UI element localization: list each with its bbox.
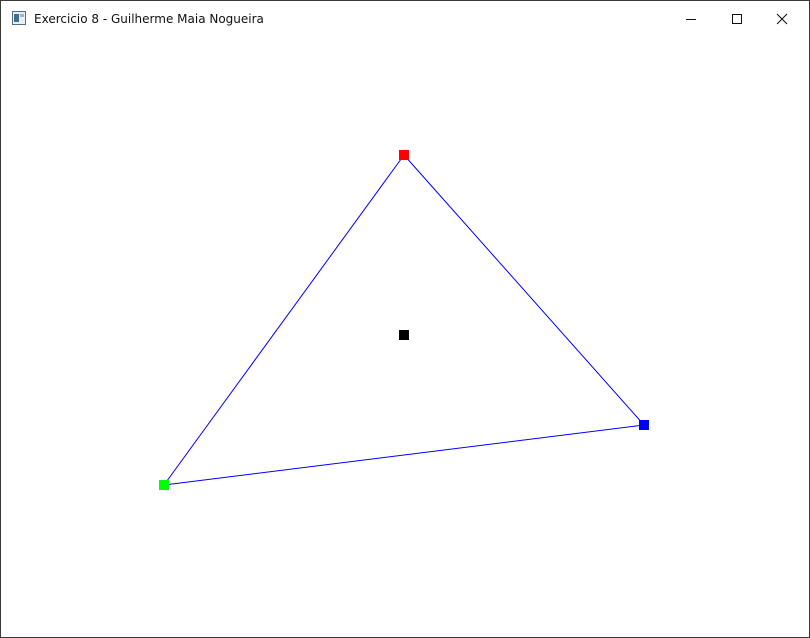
vertex-left[interactable] [159, 480, 169, 490]
vertex-top[interactable] [399, 150, 409, 160]
vertex-right[interactable] [639, 420, 649, 430]
maximize-button[interactable] [714, 1, 760, 37]
minimize-button[interactable] [668, 1, 714, 37]
triangle-scene [159, 150, 649, 490]
application-window: Exercicio 8 - Guilherme Maia Nogueira [0, 0, 810, 638]
minimize-icon [686, 19, 696, 20]
window-title: Exercicio 8 - Guilherme Maia Nogueira [34, 12, 264, 26]
title-bar[interactable]: Exercicio 8 - Guilherme Maia Nogueira [1, 1, 809, 37]
triangle-edge-left-top [163, 154, 405, 486]
close-button[interactable] [759, 1, 805, 37]
close-icon [776, 13, 788, 25]
triangle-edge-top-right [403, 154, 645, 426]
application-window-icon [12, 11, 26, 25]
maximize-icon [732, 14, 742, 24]
triangle-edge-right-left [163, 424, 645, 486]
drawing-canvas[interactable] [5, 37, 805, 635]
center-marker[interactable] [399, 330, 409, 340]
